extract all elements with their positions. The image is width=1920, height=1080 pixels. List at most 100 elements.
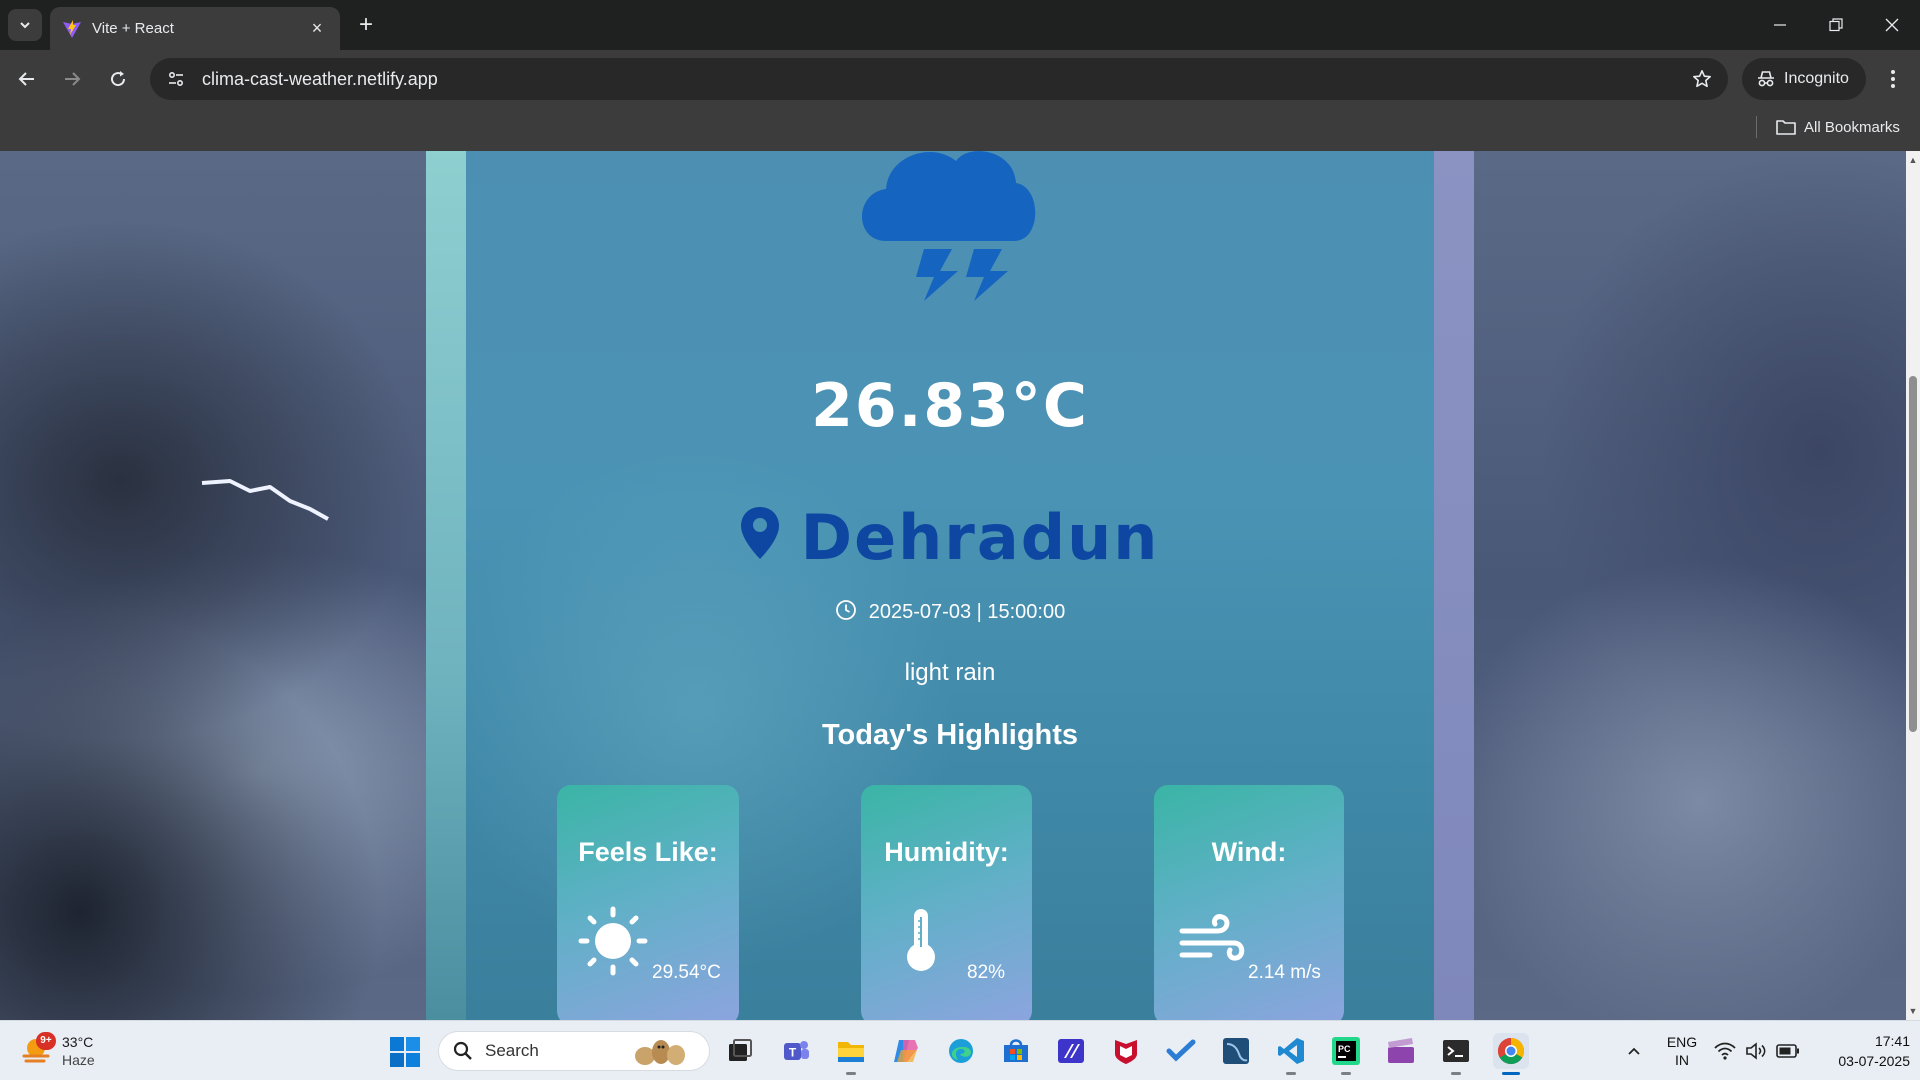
incognito-button[interactable]: Incognito	[1742, 58, 1866, 100]
scroll-thumb[interactable]	[1909, 376, 1917, 732]
taskbar-vscode[interactable]	[1273, 1033, 1309, 1075]
battery-icon[interactable]	[1776, 1044, 1800, 1058]
window-controls	[1752, 0, 1920, 50]
task-view-icon	[729, 1039, 752, 1061]
feels-like-label: Feels Like:	[578, 837, 718, 867]
incognito-label: Incognito	[1784, 70, 1849, 87]
highlights-title: Today's Highlights	[821, 719, 1079, 751]
search-icon	[453, 1041, 472, 1060]
copilot-icon	[894, 1040, 918, 1062]
vite-icon	[63, 19, 81, 38]
thermometer-icon	[907, 909, 935, 971]
reload-button[interactable]	[103, 64, 133, 94]
more-vert-icon	[1891, 70, 1895, 88]
mcafee-icon	[1115, 1040, 1137, 1064]
date-time: 2025-07-03 | 15:00:00	[466, 599, 1434, 624]
browser-menu-button[interactable]	[1878, 64, 1908, 94]
file-explorer-icon	[838, 1042, 864, 1062]
location: Dehradun	[466, 501, 1434, 574]
minimize-icon[interactable]	[1752, 0, 1808, 50]
lang-line2: IN	[1675, 1052, 1689, 1068]
taskbar-search-box[interactable]: Search	[438, 1031, 710, 1071]
new-tab-button[interactable]: +	[352, 12, 380, 40]
bookmarks-bar: All Bookmarks	[0, 108, 1920, 151]
restore-icon[interactable]	[1808, 0, 1864, 50]
taskbar-clock[interactable]: 17:41 03-07-2025	[1810, 1031, 1910, 1071]
browser-tab[interactable]: Vite + React ×	[50, 7, 340, 50]
taskbar-edge[interactable]	[943, 1033, 979, 1069]
taskbar-mysql-workbench[interactable]	[1218, 1033, 1254, 1069]
close-window-icon[interactable]	[1864, 0, 1920, 50]
taskbar-task-view[interactable]	[722, 1033, 758, 1069]
page-scrollbar[interactable]: ▲ ▼	[1906, 151, 1920, 1020]
teams-icon: T	[784, 1041, 809, 1060]
address-bar[interactable]: clima-cast-weather.netlify.app	[150, 58, 1728, 100]
taskbar-terminal[interactable]	[1438, 1033, 1474, 1075]
feels-like-card: Feels Like: 29.54°C	[557, 785, 739, 1020]
search-highlight-illustration-icon	[635, 1040, 685, 1065]
volume-icon[interactable]	[1745, 1042, 1767, 1060]
forward-button[interactable]	[57, 64, 87, 94]
wind-card: Wind: 2.14 m/s	[1154, 785, 1344, 1020]
clock-time: 17:41	[1874, 1033, 1910, 1049]
sun-icon	[578, 906, 648, 976]
city-name: Dehradun	[800, 501, 1160, 574]
all-bookmarks-button[interactable]: All Bookmarks	[1776, 114, 1900, 140]
wifi-icon[interactable]	[1714, 1042, 1736, 1060]
tab-search-button[interactable]	[8, 9, 42, 41]
taskbar-weather-widget[interactable]: 9+ 33°C Haze	[20, 1029, 140, 1073]
input-language[interactable]: ENG IN	[1662, 1033, 1702, 1069]
weather-card: 26.83°C Dehradun 2025-07-03 | 15:00:00 l…	[466, 151, 1434, 1020]
thunderstorm-icon	[862, 151, 1036, 301]
taskbar-mcafee[interactable]	[1108, 1033, 1144, 1069]
current-temperature: 26.83°C	[811, 371, 1089, 441]
site-info-icon[interactable]	[164, 67, 188, 91]
show-hidden-icons-button[interactable]	[1622, 1039, 1646, 1063]
weather-notification-badge: 9+	[36, 1032, 56, 1050]
taskbar-pycharm[interactable]: PC	[1328, 1033, 1364, 1075]
wind-icon	[1179, 914, 1245, 961]
taskbar-weather-temp: 33°C	[62, 1034, 94, 1050]
taskbar-store[interactable]	[998, 1033, 1034, 1069]
app-icon	[1058, 1039, 1084, 1063]
svg-text:PC: PC	[1338, 1044, 1351, 1054]
vscode-icon	[1278, 1038, 1304, 1064]
scroll-up-icon[interactable]: ▲	[1908, 155, 1918, 165]
taskbar-search-placeholder: Search	[485, 1041, 539, 1060]
taskbar-todo[interactable]	[1163, 1033, 1199, 1069]
taskbar-copilot[interactable]	[888, 1033, 924, 1069]
windows-taskbar: 9+ 33°C Haze Search T PC ENG IN 17:41 03…	[0, 1020, 1920, 1080]
url-text[interactable]: clima-cast-weather.netlify.app	[202, 69, 1690, 90]
scroll-down-icon[interactable]: ▼	[1908, 1006, 1918, 1016]
taskbar-file-explorer[interactable]	[833, 1033, 869, 1075]
right-strip	[1434, 151, 1474, 1020]
taskbar-app[interactable]	[1053, 1033, 1089, 1069]
bookmark-star-icon[interactable]	[1690, 67, 1714, 91]
weather-description: light rain	[904, 659, 996, 686]
humidity-label: Humidity:	[884, 837, 1009, 867]
clock-icon	[835, 599, 856, 620]
page-viewport: 26.83°C Dehradun 2025-07-03 | 15:00:00 l…	[0, 151, 1906, 1020]
bookmarks-divider	[1756, 116, 1757, 138]
feels-like-value: 29.54°C	[652, 962, 721, 983]
svg-text:T: T	[789, 1046, 797, 1060]
back-button[interactable]	[12, 64, 42, 94]
lightning-background-decoration	[201, 479, 329, 521]
date-time-text: 2025-07-03 | 15:00:00	[868, 601, 1066, 623]
taskbar-clapper[interactable]	[1383, 1033, 1419, 1069]
system-tray-icons[interactable]	[1714, 1039, 1800, 1063]
close-tab-icon[interactable]: ×	[306, 18, 328, 39]
running-indicator	[1286, 1072, 1296, 1075]
clock-date: 03-07-2025	[1838, 1053, 1910, 1069]
clapper-icon	[1388, 1038, 1414, 1063]
taskbar-chrome[interactable]	[1493, 1033, 1529, 1075]
edge-icon	[949, 1039, 973, 1063]
tab-title: Vite + React	[92, 20, 174, 37]
taskbar-teams[interactable]: T	[778, 1033, 814, 1069]
chevron-up-icon	[1628, 1047, 1640, 1055]
haze-weather-icon: 9+	[20, 1032, 56, 1068]
windows-start-icon[interactable]	[388, 1035, 422, 1069]
location-pin-icon	[740, 506, 779, 559]
taskbar-weather-condition: Haze	[62, 1052, 95, 1068]
terminal-icon	[1443, 1040, 1469, 1062]
